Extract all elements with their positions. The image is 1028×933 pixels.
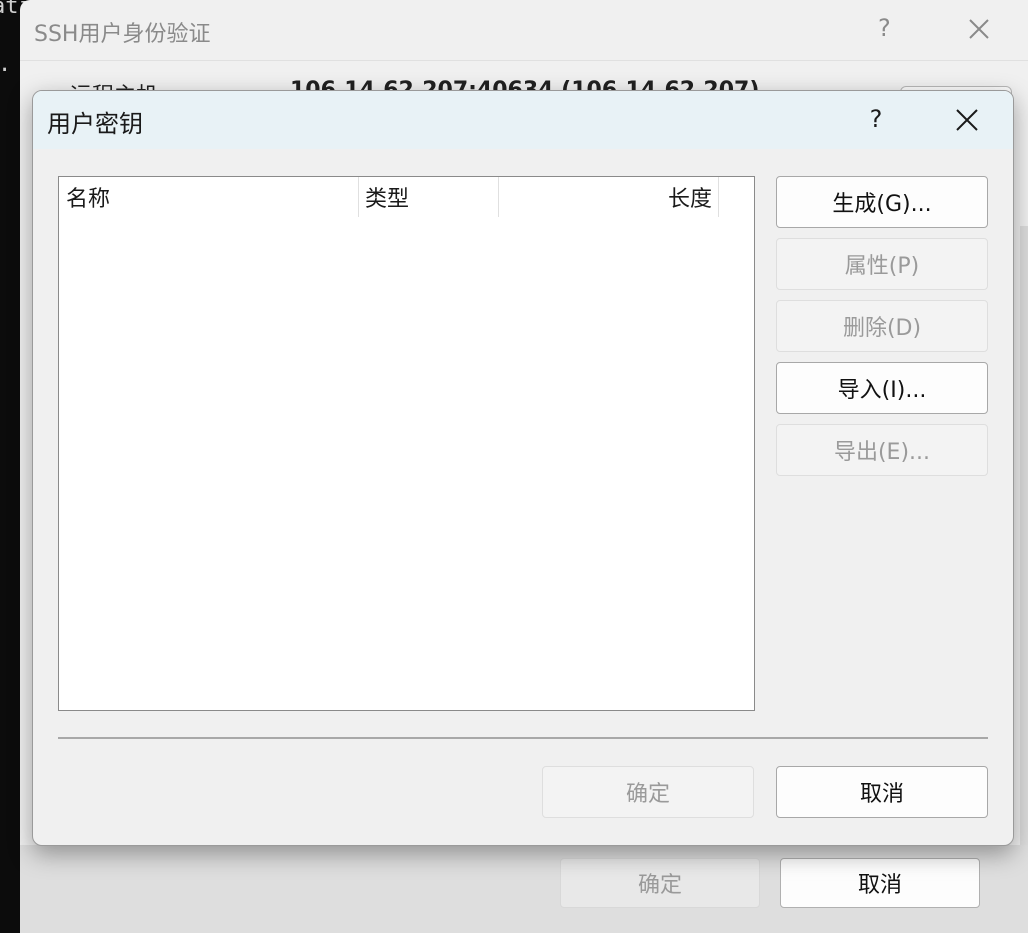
help-button[interactable]: ? [859,101,893,137]
cancel-button[interactable]: 取消 [776,766,988,818]
delete-button[interactable]: 删除(D) [776,300,988,352]
generate-button[interactable]: 生成(G)... [776,176,988,228]
export-button[interactable]: 导出(E)... [776,424,988,476]
panel-edge [1020,226,1028,933]
properties-button[interactable]: 属性(P) [776,238,988,290]
key-list[interactable]: 名称 类型 长度 [58,176,755,711]
import-button[interactable]: 导入(I)... [776,362,988,414]
column-header-name[interactable]: 名称 [59,177,359,217]
divider [20,60,1028,61]
help-button[interactable]: ? [878,14,891,42]
back-cancel-button[interactable]: 取消 [780,858,980,908]
terminal-text: . [0,52,11,77]
separator [58,737,988,739]
back-ok-button[interactable]: 确定 [560,858,760,908]
close-icon[interactable] [964,14,994,44]
dialog-titlebar: 用户密钥 ? [33,91,1013,149]
user-keys-dialog: 用户密钥 ? 名称 类型 长度 生成(G)... 属性(P) 删除(D) 导入(… [32,90,1014,846]
ssh-auth-dialog-title: SSH用户身份验证 [34,22,211,47]
close-icon[interactable] [945,103,989,137]
ok-button[interactable]: 确定 [542,766,754,818]
column-header-type[interactable]: 类型 [359,177,499,217]
column-header-length[interactable]: 长度 [499,177,719,217]
dialog-title: 用户密钥 [47,110,143,138]
